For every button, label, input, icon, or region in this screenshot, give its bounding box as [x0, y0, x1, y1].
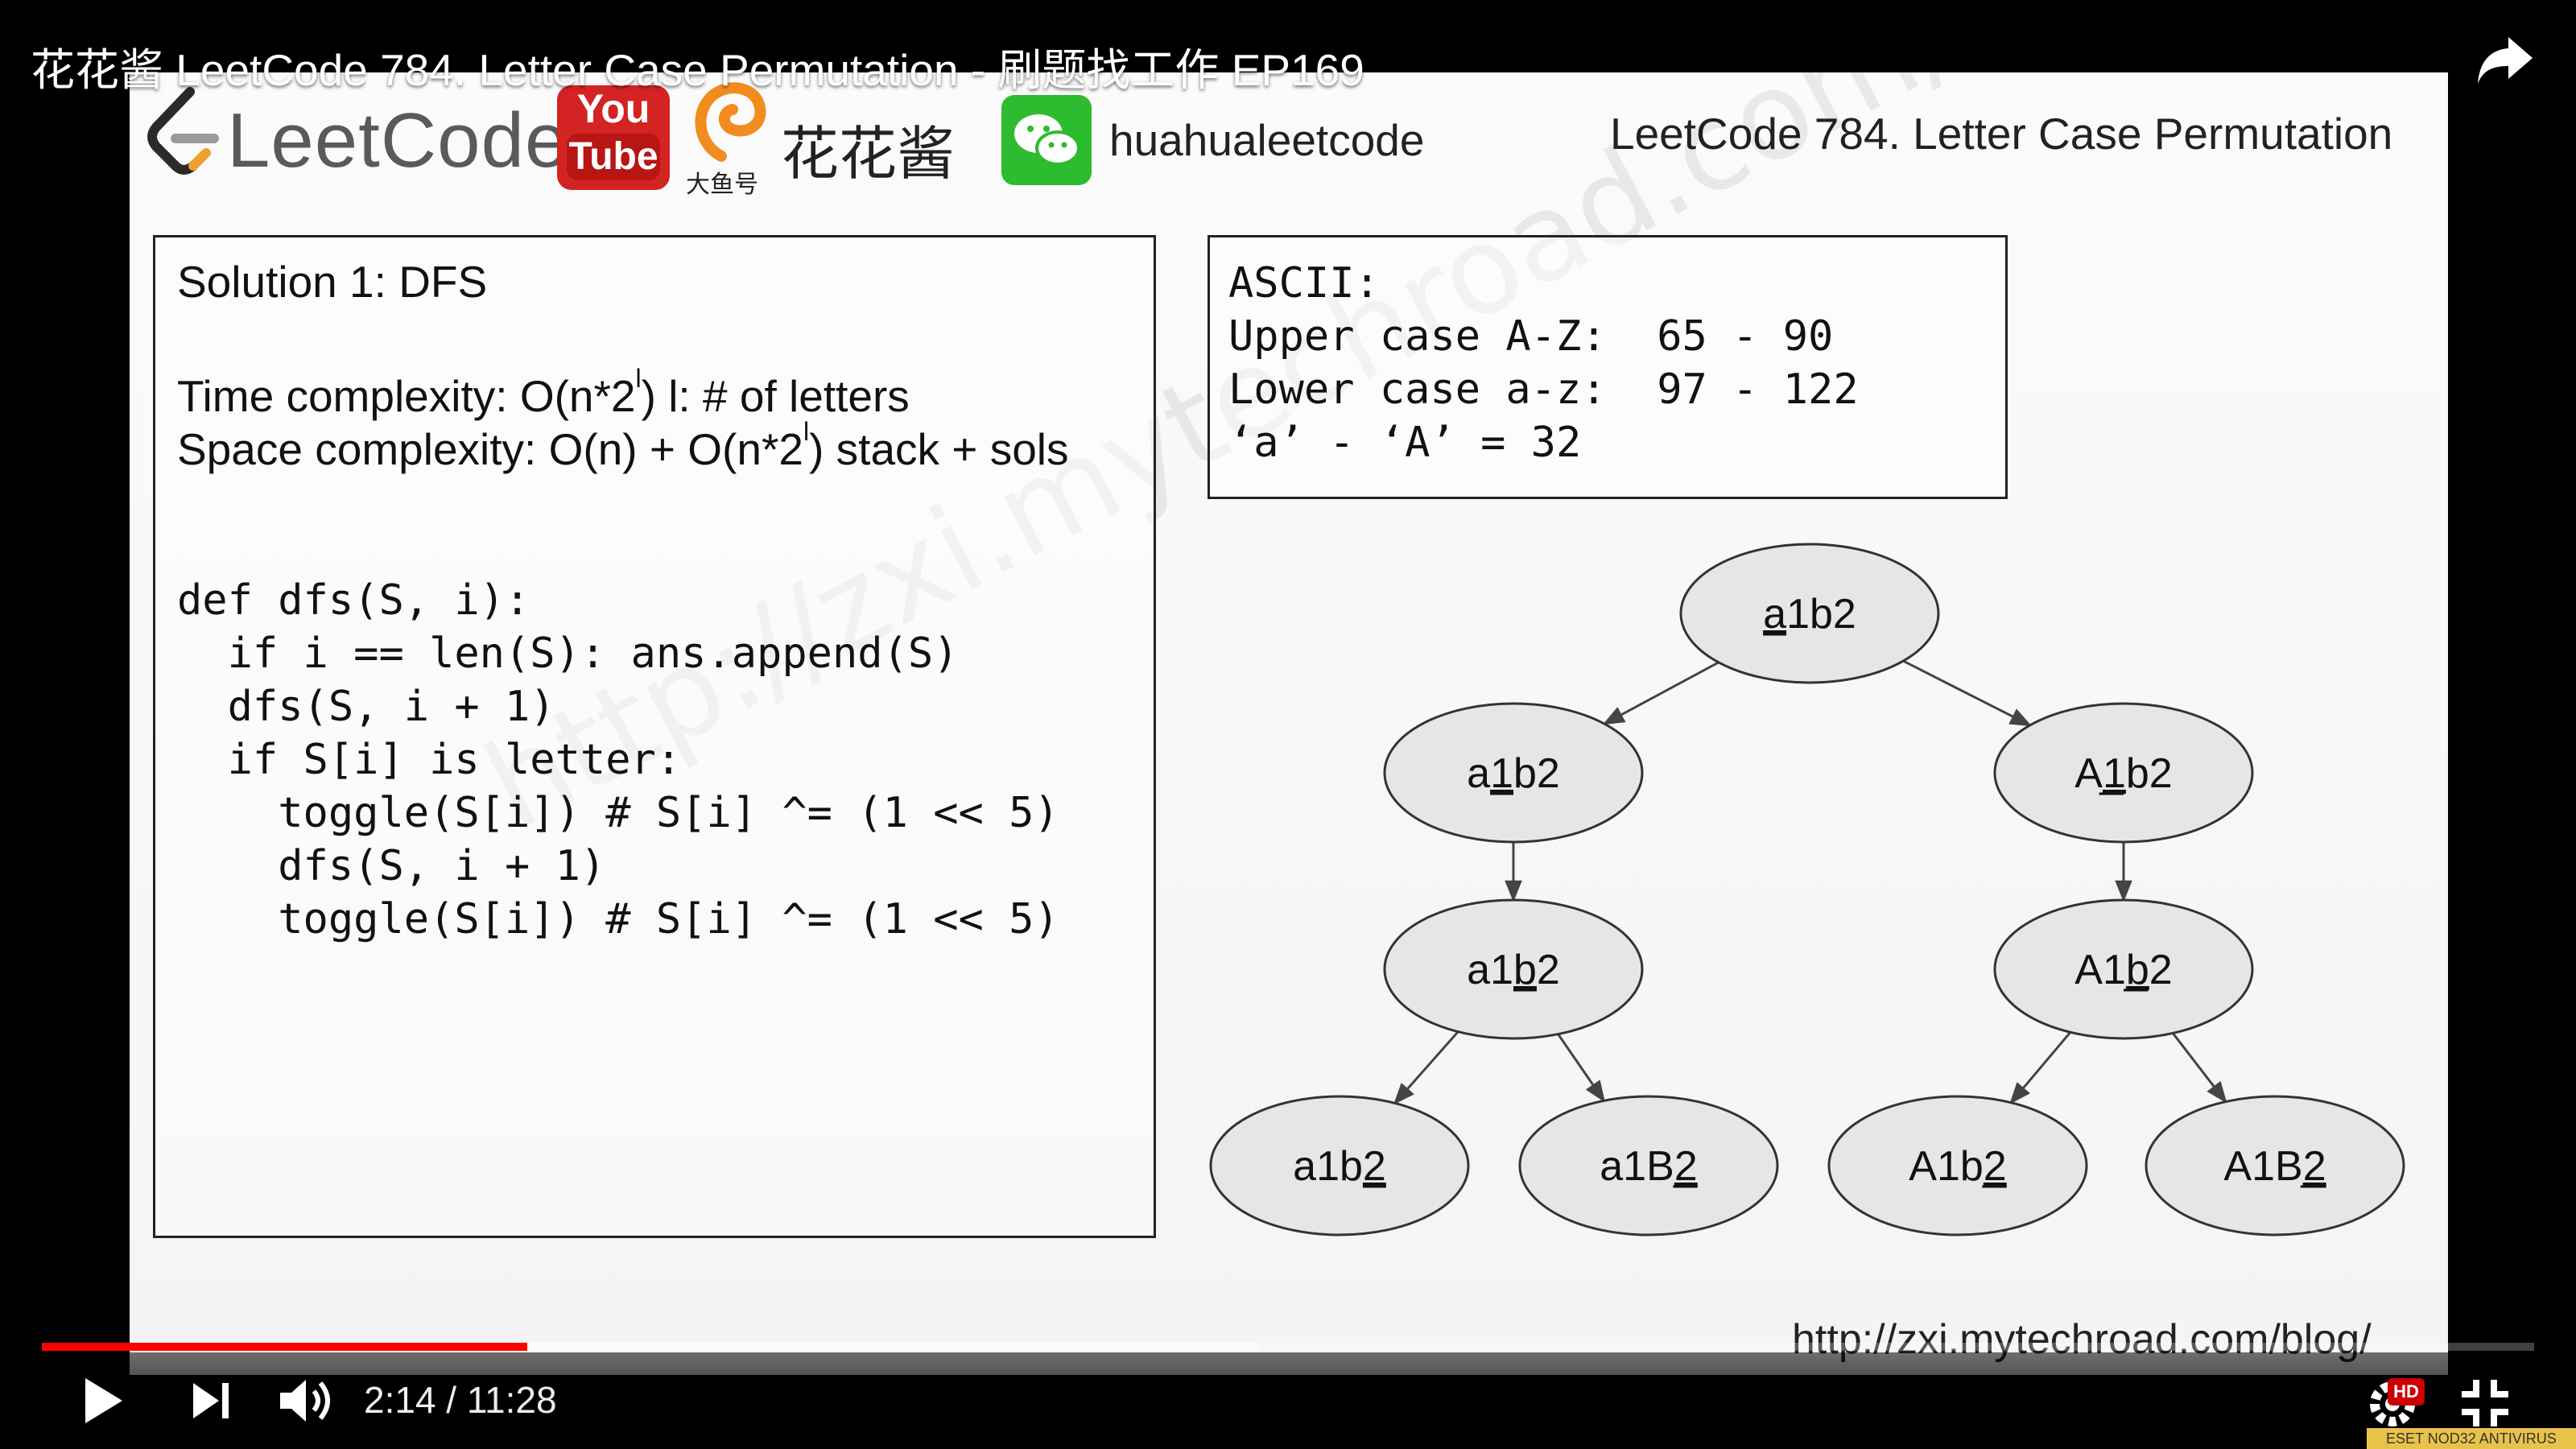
tree-node-label: a1b2 — [1763, 591, 1856, 638]
tree-edge — [2009, 1031, 2072, 1104]
tree-node: a1b2 — [1383, 702, 1644, 844]
tree-node: A1b2 — [1993, 898, 2254, 1040]
exit-fullscreen-icon[interactable] — [2458, 1377, 2512, 1434]
tree-edge — [1557, 1033, 1605, 1103]
permutation-tree: a1b2 a1b2 A1b2 a1b2 A1b2 a1b2 a1B2 A1b2 A1B2 — [1209, 543, 2405, 1236]
video-title: 花花酱 LeetCode 784. Letter Case Permutatio… — [31, 45, 1364, 95]
tree-node: a1b2 — [1679, 543, 1940, 684]
tree-node: a1b2 — [1383, 898, 1644, 1040]
tree-node: a1B2 — [1518, 1095, 1779, 1236]
tree-node-label: A1b2 — [2074, 750, 2172, 797]
tree-node-label: A1b2 — [2074, 947, 2172, 993]
tree-node-label: a1B2 — [1600, 1143, 1697, 1190]
tree-node-label: A1b2 — [1909, 1143, 2006, 1190]
tree-node: A1B2 — [2145, 1095, 2405, 1236]
share-icon[interactable] — [2476, 35, 2534, 89]
time-display: 2:14 / 11:28 — [364, 1379, 557, 1421]
tree-node-label: a1b2 — [1293, 1143, 1386, 1190]
tree-edge — [1902, 659, 2033, 727]
tree-edge — [1602, 661, 1719, 725]
tree-node: a1b2 — [1209, 1095, 1470, 1236]
next-icon[interactable] — [190, 1380, 233, 1426]
tree-edge — [1393, 1030, 1459, 1105]
volume-icon[interactable] — [277, 1373, 338, 1432]
tree-node: A1b2 — [1993, 702, 2254, 844]
play-icon[interactable] — [80, 1375, 126, 1430]
tree-node: A1b2 — [1827, 1095, 2088, 1236]
tree-node-label: a1b2 — [1467, 750, 1560, 797]
tree-node-label: a1b2 — [1467, 947, 1560, 993]
antivirus-notification[interactable]: ESET NOD32 ANTIVIRUS — [2367, 1428, 2576, 1449]
tree-node-label: A1B2 — [2223, 1143, 2326, 1190]
hd-badge: HD — [2388, 1378, 2425, 1406]
progress-played — [42, 1343, 528, 1351]
tree-edge — [2172, 1032, 2227, 1104]
